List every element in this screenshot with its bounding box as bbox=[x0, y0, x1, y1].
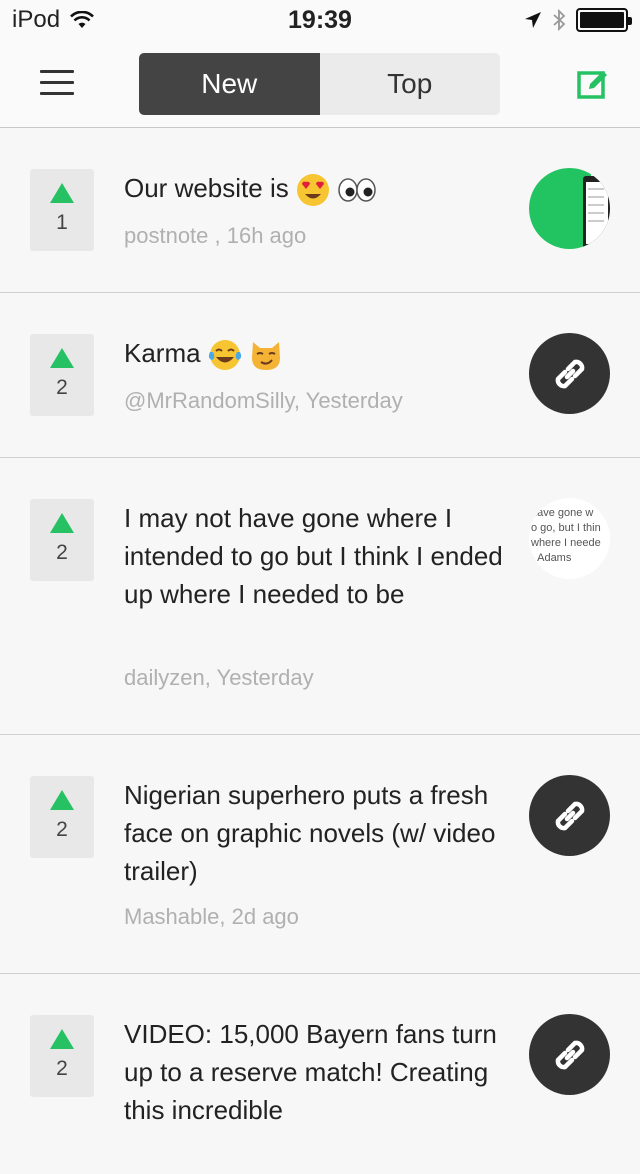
item-meta: @MrRandomSilly, Yesterday bbox=[124, 388, 403, 413]
link-icon bbox=[555, 1040, 584, 1069]
battery-icon bbox=[576, 8, 632, 32]
item-thumbnail[interactable] bbox=[529, 775, 610, 856]
website-preview-image bbox=[529, 168, 610, 249]
upvote-button[interactable]: 2 bbox=[30, 1015, 94, 1097]
feed-item[interactable]: 2 Nigerian superhero puts a fresh face o… bbox=[0, 735, 640, 974]
upvote-arrow-icon bbox=[50, 790, 74, 810]
eyes-emoji-icon bbox=[338, 178, 376, 202]
item-thumbnail[interactable] bbox=[529, 1014, 610, 1095]
tab-new[interactable]: New bbox=[139, 53, 320, 115]
nav-bar: New Top bbox=[0, 40, 640, 128]
vote-count: 1 bbox=[56, 211, 68, 234]
thumb-quote-line: o go, but I thin bbox=[531, 522, 601, 534]
compose-icon[interactable] bbox=[576, 67, 610, 101]
upvote-arrow-icon bbox=[50, 183, 74, 203]
item-title[interactable]: VIDEO: 15,000 Bayern fans turn up to a r… bbox=[124, 1015, 504, 1129]
thumb-quote-line: - Adams bbox=[531, 552, 572, 564]
item-thumbnail[interactable] bbox=[529, 168, 610, 249]
upvote-button[interactable]: 2 bbox=[30, 334, 94, 416]
smirk-cat-emoji-icon bbox=[252, 342, 281, 371]
status-bar: iPod 19:39 bbox=[0, 0, 640, 40]
upvote-button[interactable]: 2 bbox=[30, 499, 94, 581]
item-title-text: Our website is bbox=[124, 173, 289, 203]
tab-top[interactable]: Top bbox=[319, 53, 500, 115]
item-meta: Mashable, 2d ago bbox=[124, 904, 299, 929]
link-icon bbox=[555, 801, 584, 830]
feed-item[interactable]: 2 I may not have gone where I intended t… bbox=[0, 458, 640, 735]
item-title[interactable]: I may not have gone where I intended to … bbox=[124, 499, 504, 613]
thumb-quote-line: have gone w bbox=[531, 507, 594, 519]
upvote-arrow-icon bbox=[50, 348, 74, 368]
upvote-button[interactable]: 1 bbox=[30, 169, 94, 251]
wifi-icon bbox=[70, 11, 94, 28]
tears-of-joy-emoji-icon bbox=[208, 340, 241, 371]
vote-count: 2 bbox=[56, 818, 68, 841]
status-left: iPod bbox=[12, 6, 94, 34]
hamburger-menu-icon[interactable] bbox=[40, 70, 74, 96]
bluetooth-icon bbox=[553, 8, 566, 32]
feed-item[interactable]: 2 VIDEO: 15,000 Bayern fans turn up to a… bbox=[0, 974, 640, 1174]
feed-item[interactable]: 2 Karma @MrRandomSilly, Yesterday bbox=[0, 293, 640, 458]
thumb-quote-line: where I neede bbox=[531, 537, 601, 549]
item-meta: postnote , 16h ago bbox=[124, 223, 307, 248]
link-icon bbox=[555, 359, 584, 388]
upvote-arrow-icon bbox=[50, 513, 74, 533]
item-thumbnail[interactable] bbox=[529, 333, 610, 414]
feed-list: 1 Our website is postnote , 16h ago 2 Ka… bbox=[0, 128, 640, 1174]
status-right bbox=[524, 8, 632, 32]
feed-item[interactable]: 1 Our website is postnote , 16h ago bbox=[0, 128, 640, 293]
vote-count: 2 bbox=[56, 541, 68, 564]
item-thumbnail[interactable]: have gone w o go, but I thin where I nee… bbox=[529, 498, 610, 579]
feed-segmented-control: New Top bbox=[139, 53, 500, 115]
item-meta: dailyzen, Yesterday bbox=[124, 665, 314, 690]
vote-count: 2 bbox=[56, 376, 68, 399]
item-title[interactable]: Our website is bbox=[124, 169, 504, 207]
item-title[interactable]: Karma bbox=[124, 334, 504, 372]
upvote-arrow-icon bbox=[50, 1029, 74, 1049]
carrier-label: iPod bbox=[12, 6, 61, 33]
item-title[interactable]: Nigerian superhero puts a fresh face on … bbox=[124, 776, 504, 890]
vote-count: 2 bbox=[56, 1057, 68, 1080]
upvote-button[interactable]: 2 bbox=[30, 776, 94, 858]
item-title-text: Karma bbox=[124, 338, 201, 368]
heart-eyes-emoji-icon bbox=[296, 174, 329, 207]
location-arrow-icon bbox=[525, 12, 541, 28]
